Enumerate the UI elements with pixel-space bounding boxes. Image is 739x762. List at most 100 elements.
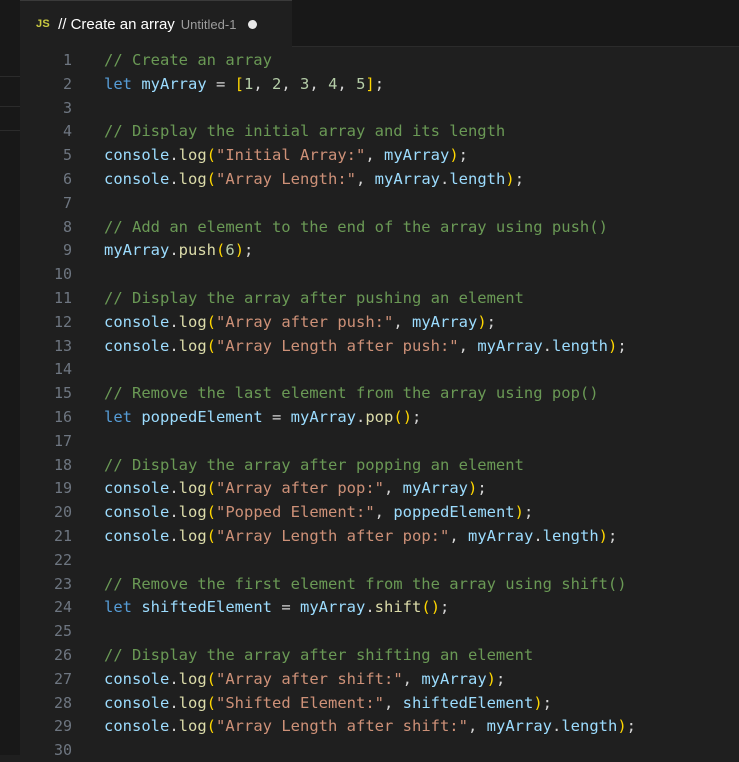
code-token: console — [104, 170, 170, 188]
line-number: 14 — [53, 360, 72, 379]
code-token: . — [169, 527, 179, 545]
code-text: let poppedElement = myArray.pop(); — [104, 405, 421, 429]
code-token: length — [561, 717, 618, 736]
code-token: push — [178, 241, 216, 260]
code-token: "Array after push:" — [216, 312, 394, 331]
code-token: myArray — [412, 312, 478, 331]
code-token: length — [552, 336, 608, 355]
line-number: 26 — [53, 646, 72, 664]
code-token: log — [178, 170, 207, 188]
code-token: myArray — [477, 336, 543, 355]
code-text: console.log("Array Length after pop:", m… — [104, 524, 617, 548]
code-token: ) — [402, 408, 413, 426]
code-token: shiftedElement — [402, 693, 534, 712]
activity-strip — [0, 0, 20, 755]
code-token: "Array after pop:" — [216, 479, 384, 498]
code-token: ; — [412, 408, 422, 426]
code-token: , — [384, 693, 403, 712]
code-token: , — [449, 527, 468, 545]
code-token: ( — [206, 146, 217, 165]
code-token: . — [169, 479, 179, 498]
code-token: log — [178, 693, 207, 712]
code-token: , — [309, 74, 329, 93]
code-token: let — [104, 408, 132, 426]
code-token: myArray — [141, 74, 207, 93]
code-text: console.log("Popped Element:", poppedEle… — [104, 500, 533, 524]
code-token: console — [104, 336, 170, 355]
code-token: ) — [598, 527, 608, 545]
code-token: . — [365, 598, 375, 617]
code-token: poppedElement — [141, 408, 263, 426]
code-token: ( — [421, 598, 431, 617]
code-token: myArray — [290, 408, 356, 426]
code-token: shift — [374, 598, 422, 617]
code-text: // Remove the first element from the arr… — [104, 572, 627, 596]
line-number: 29 — [53, 717, 72, 736]
code-token: "Initial Array:" — [216, 146, 366, 165]
code-text: // Display the array after pushing an el… — [104, 286, 524, 310]
code-token: 2 — [272, 74, 282, 93]
code-token: // Display the array after shifting an e… — [104, 646, 534, 664]
code-token: ; — [542, 693, 553, 712]
code-token: . — [169, 669, 179, 688]
code-editor[interactable]: 1// Create an array 2 let myArray = [1, 2,… — [20, 47, 739, 759]
code-token: "Array after shift:" — [216, 669, 403, 688]
code-token: ( — [206, 170, 217, 188]
line-number: 13 — [53, 336, 72, 355]
code-token: console — [104, 527, 170, 545]
line-number: 22 — [53, 550, 72, 569]
code-token: ) — [234, 241, 245, 260]
code-token: 6 — [225, 241, 235, 260]
line-number: 4 — [62, 122, 72, 141]
code-token: ( — [206, 503, 217, 522]
code-token: , — [374, 503, 394, 522]
code-token: . — [169, 146, 179, 165]
code-token: , — [458, 336, 478, 355]
code-token: . — [169, 241, 179, 260]
unsaved-changes-icon[interactable] — [248, 19, 258, 29]
code-token: "Array Length after push:" — [216, 336, 459, 355]
code-token: ) — [505, 170, 515, 188]
code-token: // Add an element to the end of the arra… — [104, 217, 608, 236]
code-token: // Remove the last element from the arra… — [104, 384, 599, 403]
line-number: 12 — [53, 312, 72, 331]
line-number: 20 — [53, 503, 72, 522]
code-token: ) — [617, 717, 627, 736]
code-token: , — [467, 717, 487, 736]
code-token: , — [356, 170, 375, 188]
code-token: ; — [458, 146, 469, 165]
line-number: 27 — [53, 669, 72, 688]
editor-tab[interactable]: JS // Create an array Untitled-1 — [20, 0, 292, 47]
code-text: let shiftedElement = myArray.shift(); — [104, 595, 449, 619]
code-token: ) — [486, 669, 496, 688]
code-text: console.log("Array Length after shift:",… — [104, 714, 636, 738]
code-token: = — [272, 598, 300, 617]
code-token: ( — [206, 312, 217, 331]
code-token: shiftedElement — [141, 598, 272, 617]
code-token: myArray — [486, 717, 552, 736]
code-token: , — [384, 479, 403, 498]
line-number: 18 — [53, 455, 72, 474]
code-token: console — [104, 479, 170, 498]
code-token: length — [542, 527, 599, 545]
code-token: ( — [393, 408, 403, 426]
code-token: // Remove the first element from the arr… — [104, 574, 627, 593]
code-token: ( — [206, 336, 217, 355]
code-token: ( — [206, 717, 217, 736]
code-text: // Display the initial array and its len… — [104, 119, 505, 143]
code-token: length — [449, 170, 506, 188]
code-text: let myArray = [1, 2, 3, 4, 5]; — [104, 72, 384, 96]
code-token: ; — [244, 241, 254, 260]
code-token: , — [337, 74, 357, 93]
code-token: "Array Length:" — [216, 170, 356, 188]
code-token: myArray — [384, 146, 450, 165]
code-token: , — [393, 312, 412, 331]
code-token: log — [178, 669, 207, 688]
line-number: 17 — [53, 431, 72, 450]
code-token: . — [533, 527, 543, 545]
code-token: ) — [468, 479, 478, 498]
code-token: 3 — [300, 74, 310, 93]
code-text: console.log("Array after push:", myArray… — [104, 310, 496, 334]
line-number: 11 — [53, 289, 72, 307]
